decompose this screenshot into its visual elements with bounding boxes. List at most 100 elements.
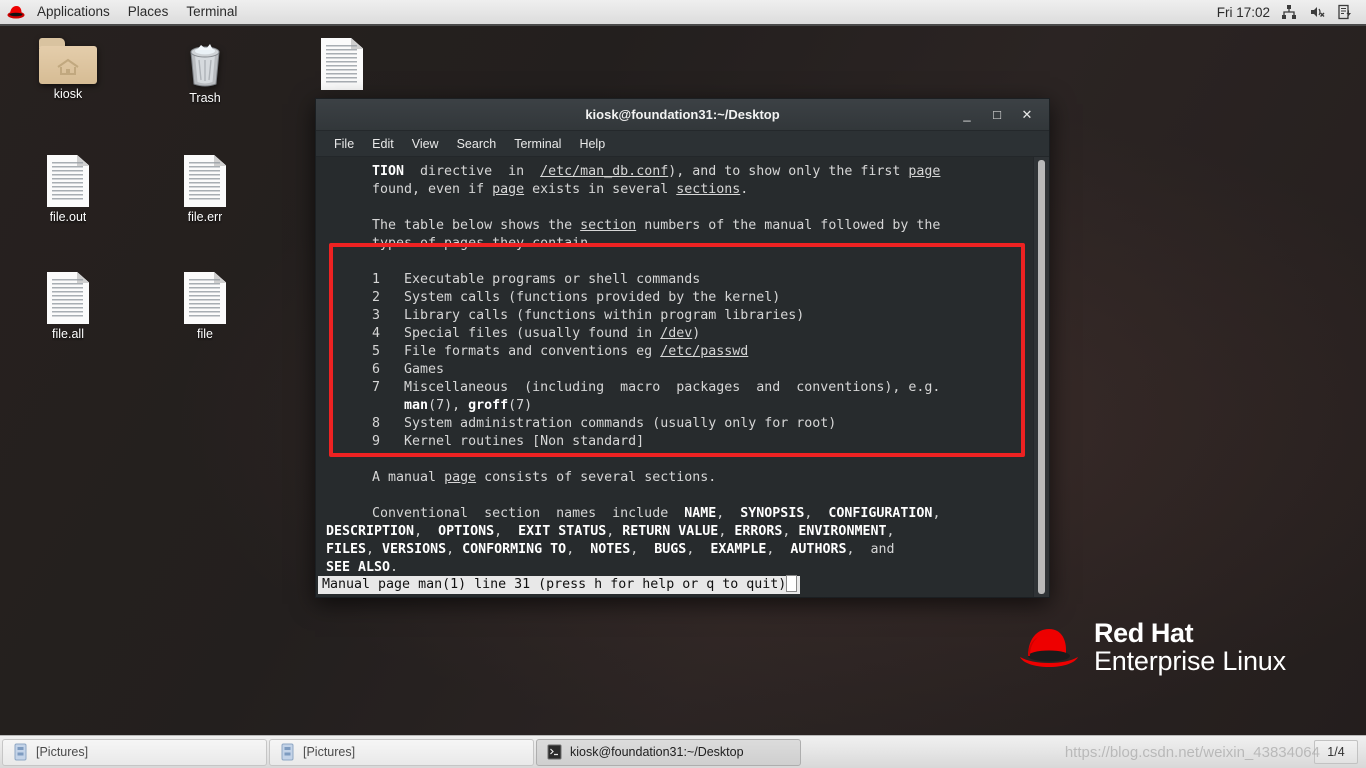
terminal-text-segment: (7) — [508, 398, 533, 413]
document-icon — [184, 272, 226, 324]
terminal-text-segment: page — [908, 164, 941, 179]
menu-item-terminal[interactable]: Terminal — [506, 134, 569, 154]
menu-item-view[interactable]: View — [404, 134, 447, 154]
terminal-text-segment: exists in several — [524, 182, 677, 197]
terminal-output[interactable]: TION directive in /etc/man_db.conf), and… — [316, 157, 1033, 597]
menu-item-edit[interactable]: Edit — [364, 134, 402, 154]
desktop-icon-file-out[interactable]: file.out — [20, 155, 116, 224]
desktop-icon-file-err[interactable]: file.err — [157, 155, 253, 224]
terminal-titlebar[interactable]: kiosk@foundation31:~/Desktop _ □ ✕ — [316, 99, 1049, 131]
terminal-scrollbar[interactable] — [1033, 157, 1049, 597]
terminal-text-segment: CONFORMING TO — [462, 542, 567, 557]
terminal-line: man(7), groff(7) — [316, 397, 1033, 415]
terminal-text-segment: . — [740, 182, 749, 197]
close-button[interactable]: ✕ — [1019, 107, 1035, 123]
terminal-text-segment: ENVIRONMENT — [798, 524, 887, 539]
terminal-line: SEE ALSO. — [316, 559, 1033, 577]
brand-line-1: Red Hat — [1094, 618, 1194, 648]
terminal-text-segment: 4 Special files (usually found in — [372, 326, 661, 341]
desktop-icon-file-all[interactable]: file.all — [20, 272, 116, 341]
clock[interactable]: Fri 17:02 — [1217, 5, 1270, 20]
taskbar-button-label: kiosk@foundation31:~/Desktop — [570, 745, 744, 759]
taskbar-button-pictures-2[interactable]: [Pictures] — [269, 738, 534, 766]
desktop-icon-label: Trash — [189, 91, 221, 105]
terminal-text-segment: A manual — [372, 470, 445, 485]
terminal-text-segment: types of pages they contain. — [372, 236, 597, 251]
terminal-body[interactable]: TION directive in /etc/man_db.conf), and… — [316, 157, 1049, 597]
terminal-text-segment: ERRORS — [734, 524, 783, 539]
terminal-line: FILES, VERSIONS, CONFORMING TO, NOTES, B… — [316, 541, 1033, 559]
terminal-text-segment: 9 Kernel routines [Non standard] — [372, 434, 645, 449]
terminal-line: 2 System calls (functions provided by th… — [316, 289, 1033, 307]
taskbar-button-label: [Pictures] — [36, 745, 89, 759]
terminal-text-segment: BUGS — [654, 542, 687, 557]
terminal-text-segment: RETURN VALUE — [622, 524, 719, 539]
terminal-text-segment: , — [446, 542, 463, 557]
redhat-logo-icon[interactable] — [6, 4, 26, 20]
menu-item-search[interactable]: Search — [449, 134, 505, 154]
terminal-line: The table below shows the section number… — [316, 217, 1033, 235]
terminal-text-segment: /etc/man_db.conf — [540, 164, 669, 179]
desktop-icon-label: file.all — [52, 327, 84, 341]
terminal-text-segment: 6 Games — [372, 362, 445, 377]
terminal-text-segment: 2 System calls (functions provided by th… — [372, 290, 781, 305]
terminal-text-segment: consists of several sections. — [476, 470, 717, 485]
terminal-icon — [546, 743, 563, 761]
terminal-line: DESCRIPTION, OPTIONS, EXIT STATUS, RETUR… — [316, 523, 1033, 541]
terminal-text-segment: The table below shows the — [372, 218, 581, 233]
terminal-text-segment: groff — [468, 398, 509, 413]
terminal-text-segment: , — [606, 524, 623, 539]
terminal-text-segment: , — [804, 506, 829, 521]
terminal-text-segment: SEE ALSO — [326, 560, 391, 575]
workspace-indicator[interactable]: 1/4 — [1314, 740, 1358, 764]
taskbar-button-pictures-1[interactable]: [Pictures] — [2, 738, 267, 766]
terminal-text-segment: , — [766, 542, 791, 557]
terminal-line: 6 Games — [316, 361, 1033, 379]
rhel-brand-logo: Red Hat Enterprise Linux — [1018, 618, 1286, 675]
terminal-line: found, even if page exists in several se… — [316, 181, 1033, 199]
desktop-icon-unnamed-document[interactable] — [294, 38, 390, 93]
power-manager-icon[interactable] — [1336, 3, 1354, 21]
terminal-text-segment: (7), — [428, 398, 469, 413]
window-icon — [279, 743, 296, 761]
terminal-text-segment: 5 File formats and conventions eg — [372, 344, 661, 359]
terminal-menubar: File Edit View Search Terminal Help — [316, 131, 1049, 157]
window-icon — [12, 743, 29, 761]
taskbar-button-terminal[interactable]: kiosk@foundation31:~/Desktop — [536, 738, 801, 766]
network-icon[interactable] — [1280, 3, 1298, 21]
workspace-label: 1/4 — [1327, 745, 1345, 759]
scrollbar-thumb[interactable] — [1038, 160, 1045, 594]
terminal-text-segment: 7 Miscellaneous (including macro package… — [372, 380, 941, 395]
terminal-line: 5 File formats and conventions eg /etc/p… — [316, 343, 1033, 361]
desktop-icon-label: kiosk — [53, 87, 83, 101]
terminal-line: 7 Miscellaneous (including macro package… — [316, 379, 1033, 397]
terminal-text-segment: found, even if — [372, 182, 493, 197]
menu-item-file[interactable]: File — [326, 134, 362, 154]
desktop-icon-label: file.err — [187, 210, 223, 224]
terminal-text-segment: numbers of the manual followed by the — [636, 218, 941, 233]
terminal-text-segment: , and — [846, 542, 895, 557]
volume-muted-icon[interactable] — [1308, 3, 1326, 21]
terminal-text-segment: Conventional section names include — [372, 506, 685, 521]
maximize-button[interactable]: □ — [989, 107, 1005, 123]
menu-item-help[interactable]: Help — [571, 134, 613, 154]
terminal-line: 1 Executable programs or shell commands — [316, 271, 1033, 289]
document-icon — [321, 38, 363, 90]
desktop-icon-file[interactable]: file — [157, 272, 253, 341]
desktop-icon-kiosk[interactable]: kiosk — [20, 38, 116, 101]
pager-status-text: Manual page man(1) line 31 (press h for … — [322, 577, 787, 592]
pager-status-line: Manual page man(1) line 31 (press h for … — [318, 575, 801, 594]
minimize-button[interactable]: _ — [959, 107, 975, 123]
panel-tray: Fri 17:02 — [1217, 3, 1366, 21]
menu-terminal[interactable]: Terminal — [177, 0, 246, 24]
terminal-window[interactable]: kiosk@foundation31:~/Desktop _ □ ✕ File … — [315, 98, 1050, 598]
terminal-text-segment: AUTHORS — [790, 542, 847, 557]
terminal-text-segment: /dev — [660, 326, 693, 341]
desktop-icon-trash[interactable]: Trash — [157, 38, 253, 105]
menu-places[interactable]: Places — [119, 0, 178, 24]
image-watermark: https://blog.csdn.net/weixin_43834064 — [1064, 744, 1320, 761]
menu-applications[interactable]: Applications — [28, 0, 119, 24]
